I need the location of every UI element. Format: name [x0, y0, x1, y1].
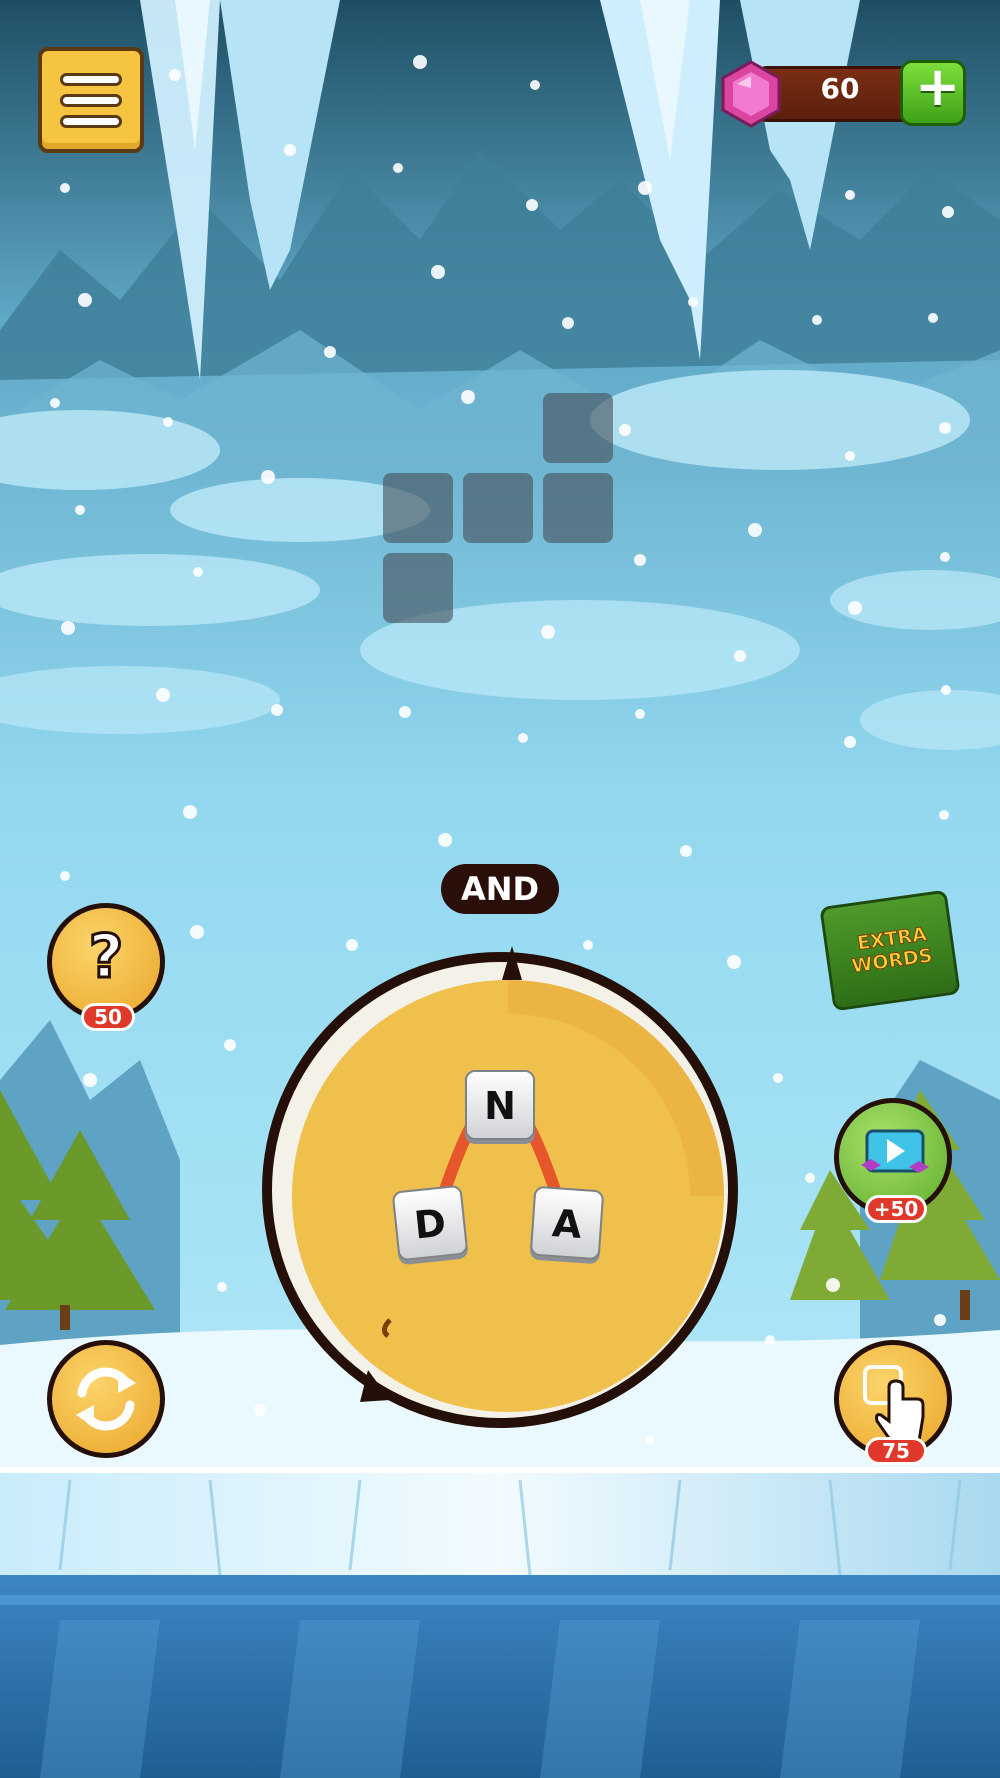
letter-tile[interactable]: N	[465, 1070, 535, 1140]
gem-count: 60	[820, 72, 860, 105]
menu-icon-bar	[60, 115, 122, 128]
letter-tile[interactable]: A	[529, 1185, 605, 1261]
reveal-letter-cost-badge: 75	[865, 1437, 927, 1465]
gem-counter: 60 +	[715, 55, 966, 130]
menu-button[interactable]	[38, 47, 144, 153]
board-cell-empty	[383, 473, 453, 543]
board-cell-empty	[543, 473, 613, 543]
letter-wheel[interactable]: N D A	[250, 940, 750, 1435]
reveal-letter-button[interactable]: 75	[834, 1340, 952, 1465]
shuffle-icon	[76, 1367, 136, 1431]
menu-icon-bar	[60, 94, 122, 107]
game-screen: 60 + AND ? 50 EXTRA WORDS +50 75 N D A	[0, 0, 1000, 1778]
plus-icon: +	[915, 55, 961, 118]
question-mark-icon: ?	[87, 921, 125, 994]
board-cell-empty	[383, 553, 453, 623]
board-cell-empty	[543, 393, 613, 463]
letter-tile[interactable]: D	[391, 1184, 469, 1262]
current-word: AND	[441, 864, 559, 914]
hint-button[interactable]: ? 50	[47, 903, 165, 1031]
drag-path-line	[426, 1093, 574, 1236]
hint-cost-badge: 50	[81, 1003, 135, 1031]
watch-video-button[interactable]: +50	[834, 1098, 952, 1223]
add-gems-button[interactable]: +	[900, 55, 966, 126]
video-reward-badge: +50	[865, 1195, 927, 1223]
board-cell-empty	[463, 473, 533, 543]
shuffle-button[interactable]	[47, 1340, 165, 1458]
menu-icon	[60, 73, 122, 86]
extra-words-button[interactable]: EXTRA WORDS	[819, 889, 961, 1013]
